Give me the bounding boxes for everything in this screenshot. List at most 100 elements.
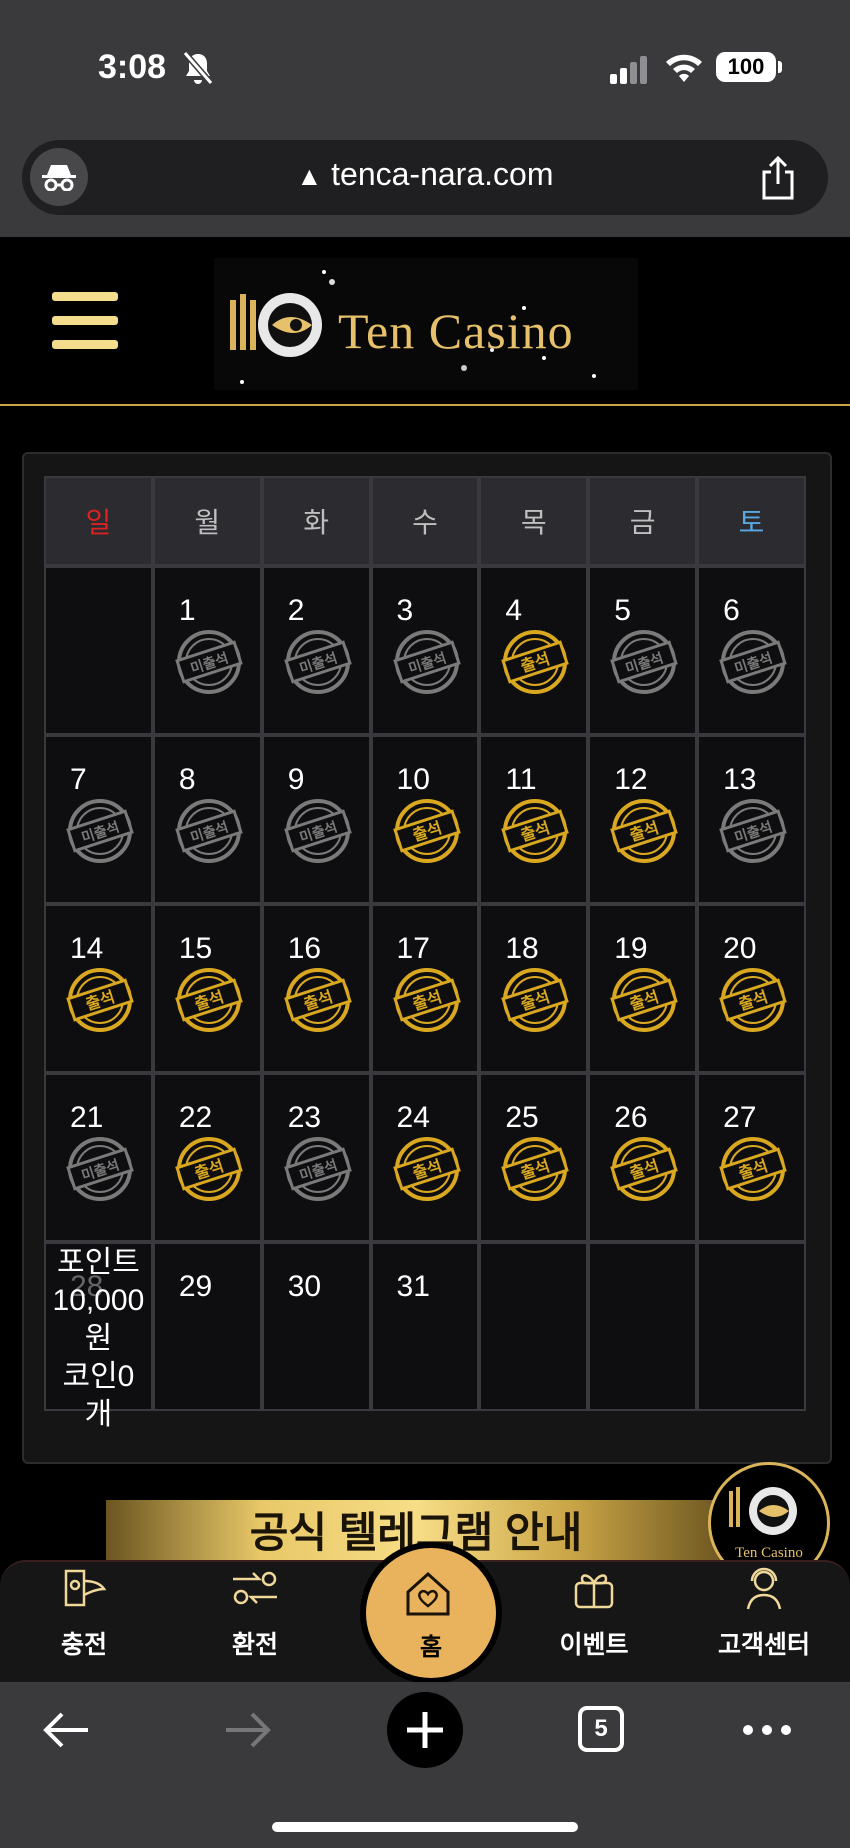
weekday-header-row: 일월화수목금토 [44, 476, 806, 566]
absent-stamp-icon: 미출석 [66, 1137, 134, 1201]
nav-support-label: 고객센터 [717, 1631, 810, 1659]
day-number: 21 [70, 1101, 104, 1134]
exchange-icon [233, 1571, 277, 1605]
attended-stamp-icon: 출석 [392, 968, 461, 1032]
day-number: 6 [723, 594, 740, 627]
nav-charge-label: 충전 [60, 1631, 107, 1659]
calendar-day-cell: 12 출석 [588, 735, 698, 904]
calendar-week-row: 28 포인트 10,000 원 코인0 개 29 30 31 [44, 1242, 806, 1431]
absent-stamp-icon: 미출석 [283, 799, 352, 863]
calendar-day-cell: 17 출석 [370, 904, 480, 1073]
battery-cap [778, 61, 782, 73]
wifi-icon [666, 54, 702, 82]
bell-off-icon [182, 51, 214, 85]
calendar-week-row: 21 미출석 22 출석 23 미출석 24 출석 25 출석 26 출석 27 출석 [44, 1073, 806, 1242]
attended-stamp-icon: 출석 [392, 1137, 461, 1201]
nav-charge[interactable]: 충전 [24, 1565, 144, 1661]
point-summary-line: 10,000 [52, 1284, 145, 1317]
calendar-day-cell: 6 미출석 [697, 566, 806, 735]
status-time: 3:08 [98, 48, 167, 86]
url-text[interactable]: ▲ tenca-nara.com [0, 156, 850, 193]
share-icon[interactable] [758, 156, 798, 200]
absent-stamp-icon: 미출석 [719, 799, 787, 863]
weekday-header: 화 [261, 476, 371, 566]
attended-stamp-icon: 출석 [610, 799, 679, 863]
weekday-header: 수 [370, 476, 480, 566]
calendar-day-cell: 26 출석 [588, 1073, 698, 1242]
nav-event[interactable]: 이벤트 [534, 1565, 654, 1661]
attended-stamp-icon: 출석 [610, 1137, 679, 1201]
calendar-day-cell: 16 출석 [261, 904, 371, 1073]
day-number: 12 [614, 763, 648, 796]
calendar-day-cell: 15 출석 [152, 904, 262, 1073]
tabs-button[interactable]: 5 [578, 1706, 624, 1752]
weekday-header: 일 [44, 476, 153, 566]
absent-stamp-icon: 미출석 [719, 630, 787, 694]
calendar-day-cell: 4 출석 [479, 566, 589, 735]
menu-button[interactable] [52, 292, 118, 350]
attended-stamp-icon: 출석 [501, 1137, 570, 1201]
support-icon [746, 1567, 782, 1610]
day-number: 14 [70, 932, 104, 965]
weekday-header: 토 [697, 476, 806, 566]
calendar-day-cell: 27 출석 [697, 1073, 806, 1242]
nav-event-label: 이벤트 [559, 1631, 629, 1659]
attended-stamp-icon: 출석 [719, 1137, 787, 1201]
charge-icon [64, 1569, 107, 1607]
new-tab-button[interactable] [387, 1692, 463, 1768]
calendar-empty-cell [588, 1242, 698, 1411]
day-number: 19 [614, 932, 648, 965]
home-indicator [272, 1822, 578, 1832]
calendar-empty-cell [697, 1242, 806, 1411]
calendar-day-cell: 18 출석 [479, 904, 589, 1073]
attended-stamp-icon: 출석 [66, 968, 134, 1032]
day-number: 2 [287, 594, 305, 627]
calendar-empty-cell [479, 1242, 589, 1411]
calendar-empty-cell [44, 566, 153, 735]
calendar-day-cell: 2 미출석 [261, 566, 371, 735]
nav-home-button[interactable] [360, 1542, 502, 1684]
weekday-header: 월 [152, 476, 262, 566]
gift-icon [574, 1574, 614, 1609]
attended-stamp-icon: 출석 [283, 968, 352, 1032]
day-number: 26 [614, 1101, 648, 1134]
attendance-calendar: 일월화수목금토 1 미출석 2 미출석 3 미출석 4 출석 5 미출석 6 미출석 7 미출석 8 미출석 9… [44, 476, 806, 1431]
more-icon[interactable] [740, 1720, 794, 1740]
calendar-day-cell: 25 출석 [479, 1073, 589, 1242]
nav-support[interactable]: 고객센터 [704, 1565, 824, 1661]
calendar-week-row: 1 미출석 2 미출석 3 미출석 4 출석 5 미출석 6 미출석 [44, 566, 806, 735]
day-number: 27 [723, 1101, 757, 1134]
weekday-header: 목 [479, 476, 589, 566]
day-number: 25 [505, 1101, 539, 1134]
nav-exchange[interactable]: 환전 [195, 1565, 315, 1661]
battery-indicator: 100 [716, 52, 776, 82]
menu-bar [52, 340, 118, 349]
day-number: 4 [505, 594, 523, 627]
url-label: tenca-nara.com [331, 156, 554, 192]
attended-stamp-icon: 출석 [392, 799, 461, 863]
calendar-day-cell: 19 출석 [588, 904, 698, 1073]
calendar-day-cell: 3 미출석 [370, 566, 480, 735]
day-number: 1 [178, 594, 196, 627]
site-logo[interactable]: Ten Casino [214, 258, 638, 390]
menu-bar [52, 316, 118, 325]
calendar-day-cell: 9 미출석 [261, 735, 371, 904]
warning-icon: ▲ [296, 161, 323, 191]
day-number: 30 [287, 1270, 322, 1303]
day-number: 16 [287, 932, 322, 965]
calendar-day-cell: 30 [261, 1242, 371, 1411]
calendar-day-cell: 20 출석 [697, 904, 806, 1073]
attended-stamp-icon: 출석 [175, 1137, 243, 1201]
calendar-day-cell: 24 출석 [370, 1073, 480, 1242]
point-summary: 포인트 10,000 원 코인0 개 [46, 1244, 151, 1434]
attended-stamp-icon: 출석 [501, 799, 570, 863]
absent-stamp-icon: 미출석 [175, 630, 243, 694]
forward-arrow-icon[interactable] [222, 1710, 272, 1750]
menu-bar [52, 292, 118, 301]
calendar-day-cell: 14 출석 [44, 904, 153, 1073]
day-number: 23 [287, 1101, 322, 1134]
home-icon [406, 1571, 450, 1616]
back-arrow-icon[interactable] [42, 1710, 92, 1750]
nav-home-label: 홈 [419, 1634, 443, 1661]
attended-stamp-icon: 출석 [501, 968, 570, 1032]
